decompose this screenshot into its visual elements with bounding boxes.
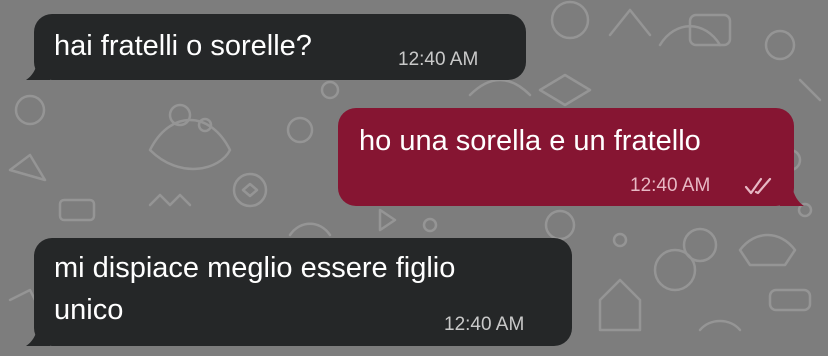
bubble-tail-incoming [26,60,50,80]
message-bubble-incoming[interactable]: hai fratelli o sorelle? 12:40 AM [34,14,526,80]
message-bubble-outgoing[interactable]: ho una sorella e un fratello 12:40 AM [338,108,794,206]
message-time: 12:40 AM [630,175,711,196]
double-check-icon [744,177,772,195]
message-text-line-2: unico [54,294,124,326]
message-text: ho una sorella e un fratello [359,125,701,157]
message-text-line-1: mi dispiace meglio essere figlio [54,252,456,284]
message-text: hai fratelli o sorelle? [54,30,312,62]
message-bubble-incoming[interactable]: mi dispiace meglio essere figlio unico 1… [34,238,572,346]
bubble-tail-incoming [26,326,50,346]
bubble-tail-outgoing [780,186,804,206]
message-time: 12:40 AM [444,314,525,335]
message-time: 12:40 AM [398,49,479,70]
